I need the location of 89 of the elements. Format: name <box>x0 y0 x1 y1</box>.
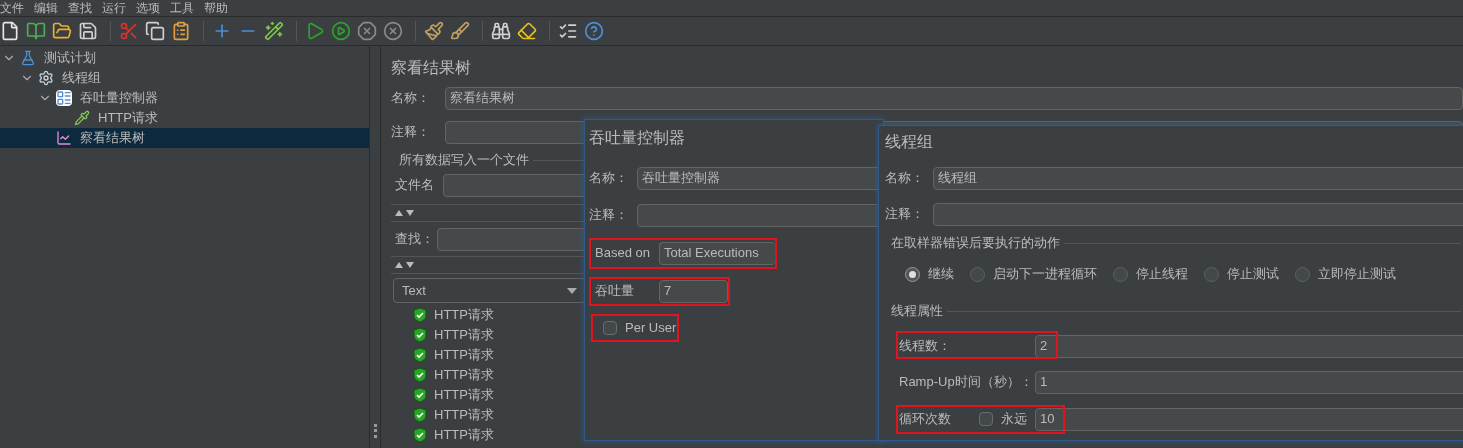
stop-icon[interactable] <box>357 21 377 41</box>
panel-title: 线程组 <box>885 132 934 152</box>
tree-item[interactable]: 线程组 <box>0 68 369 88</box>
controller-icon <box>56 90 72 106</box>
tree-item[interactable]: HTTP请求 <box>0 108 369 128</box>
menu-item[interactable]: 编辑 <box>34 0 58 17</box>
field-label: 注释： <box>885 205 925 224</box>
open-folder-icon[interactable] <box>52 21 72 41</box>
search-icon[interactable] <box>491 21 511 41</box>
clear-all-icon[interactable] <box>450 21 470 41</box>
menu-item[interactable]: 工具 <box>170 0 194 17</box>
flask-icon <box>20 50 36 66</box>
group-title: 线程属性 <box>891 302 943 321</box>
shutdown-icon[interactable] <box>383 21 403 41</box>
result-item[interactable]: HTTP请求 <box>413 305 494 325</box>
radio-button[interactable] <box>1204 266 1219 282</box>
success-shield-icon <box>413 327 427 343</box>
tree-item[interactable]: 吞吐量控制器 <box>0 88 369 108</box>
help-icon[interactable] <box>584 21 604 41</box>
success-shield-icon <box>413 427 427 443</box>
field-label: 注释： <box>391 123 431 142</box>
result-item[interactable]: HTTP请求 <box>413 325 494 345</box>
result-item[interactable]: HTTP请求 <box>413 365 494 385</box>
field-label: 查找： <box>395 230 429 249</box>
copy-icon[interactable] <box>145 21 165 41</box>
cut-icon[interactable] <box>119 21 139 41</box>
start-icon[interactable] <box>305 21 325 41</box>
result-item[interactable]: HTTP请求 <box>413 385 494 405</box>
field-label: 名称： <box>391 89 431 108</box>
based-on-dropdown[interactable]: Total Executions <box>659 241 775 265</box>
field-label: 注释： <box>589 206 629 225</box>
radio-label: 启动下一进程循环 <box>993 265 1097 284</box>
radio-button[interactable] <box>970 266 985 282</box>
collapse-arrows-icon[interactable] <box>395 210 415 216</box>
group-title: 所有数据写入一个文件 <box>399 151 529 170</box>
comment-field[interactable] <box>933 202 1463 226</box>
pipette-icon <box>74 110 90 126</box>
field-label: 名称： <box>885 169 925 188</box>
menu-item[interactable]: 运行 <box>102 0 126 17</box>
field-label: 名称： <box>589 169 629 188</box>
radio-button[interactable] <box>1113 266 1128 282</box>
field-label: Based on <box>595 244 651 263</box>
clear-icon[interactable] <box>424 21 444 41</box>
success-shield-icon <box>413 347 427 363</box>
collapse-arrows-icon[interactable] <box>395 262 415 268</box>
throughput-field[interactable]: 7 <box>659 279 728 303</box>
menu-item[interactable]: 文件 <box>0 0 24 17</box>
radio-label: 立即停止测试 <box>1318 265 1396 284</box>
new-file-icon[interactable] <box>0 21 20 41</box>
menu-item[interactable]: 帮助 <box>204 0 228 17</box>
ramp-up-field[interactable]: 1 <box>1035 370 1463 394</box>
tree-item[interactable]: 察看结果树 <box>0 128 369 148</box>
menu-item[interactable]: 查找 <box>68 0 92 17</box>
radio-label: 停止线程 <box>1136 265 1188 284</box>
success-shield-icon <box>413 407 427 423</box>
panel-title: 吞吐量控制器 <box>589 128 686 148</box>
success-shield-icon <box>413 387 427 403</box>
field-label: 文件名 <box>395 176 435 195</box>
result-item[interactable]: HTTP请求 <box>413 425 494 445</box>
success-shield-icon <box>413 307 427 323</box>
splitter-handle[interactable] <box>373 424 377 438</box>
loops-field[interactable]: 10 <box>1035 407 1463 431</box>
save-icon[interactable] <box>78 21 98 41</box>
field-label: 线程数： <box>898 337 952 356</box>
checkbox[interactable] <box>979 412 993 426</box>
chart-icon <box>56 130 72 146</box>
radio-button[interactable] <box>905 266 920 282</box>
field-label: Ramp-Up时间（秒）： <box>898 373 1034 392</box>
success-shield-icon <box>413 367 427 383</box>
threads-field[interactable]: 2 <box>1035 334 1463 358</box>
caret-icon <box>567 287 577 294</box>
name-field[interactable]: 线程组 <box>933 166 1463 190</box>
field-label: 永远 <box>1001 410 1027 429</box>
radio-label: 继续 <box>928 265 954 284</box>
field-label: 循环次数 <box>899 410 952 429</box>
field-label: 吞吐量 <box>595 282 635 301</box>
radio-button[interactable] <box>1295 266 1310 282</box>
paste-icon[interactable] <box>171 21 191 41</box>
checkbox[interactable] <box>603 321 617 335</box>
result-item[interactable]: HTTP请求 <box>413 405 494 425</box>
field-label: Per User <box>625 319 677 338</box>
name-field[interactable]: 察看结果树 <box>445 86 1463 110</box>
panel-title: 察看结果树 <box>391 58 472 78</box>
tree-item[interactable]: 测试计划 <box>0 48 369 68</box>
gear-icon <box>38 70 54 86</box>
menu-item[interactable]: 选项 <box>136 0 160 17</box>
group-title: 在取样器错误后要执行的动作 <box>891 234 1060 253</box>
radio-label: 停止测试 <box>1227 265 1279 284</box>
result-item[interactable]: HTTP请求 <box>413 345 494 365</box>
